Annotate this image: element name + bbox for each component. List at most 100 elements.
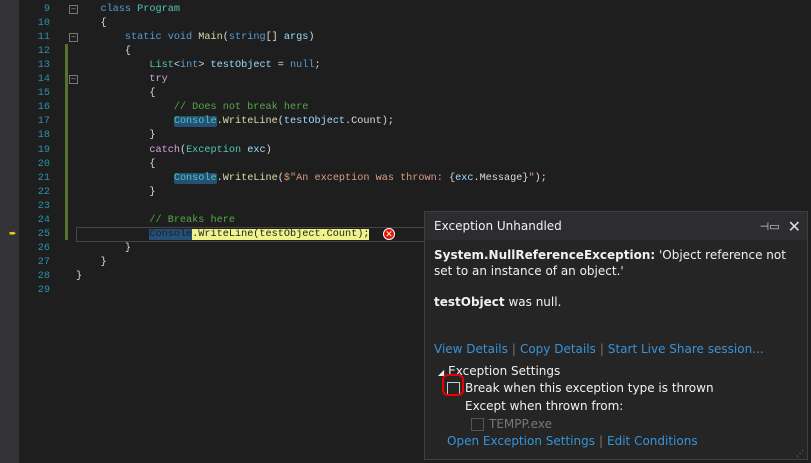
code-line[interactable]: List<int> testObject = null;: [76, 59, 321, 73]
divider: |: [599, 342, 604, 356]
code-token: }: [76, 186, 156, 198]
code-line[interactable]: Console.WriteLine(testObject.Count);: [76, 115, 394, 129]
code-token: null: [290, 60, 315, 72]
code-token: exc: [455, 172, 474, 184]
code-token: ;: [314, 60, 321, 72]
open-exception-settings-link[interactable]: Open Exception Settings: [447, 434, 595, 448]
code-token: Console: [173, 116, 217, 128]
line-number: 14: [37, 74, 50, 86]
line-number: 21: [37, 172, 50, 184]
except-label: Except when thrown from:: [465, 399, 624, 413]
code-token: // Does not break here: [76, 102, 309, 114]
break-checkbox-row[interactable]: Break when this exception type is thrown: [447, 381, 714, 395]
line-number: 18: [37, 130, 50, 142]
code-line[interactable]: Console.WriteLine(testObject.Count);: [76, 228, 370, 242]
code-line[interactable]: static void Main(string[] args): [76, 31, 315, 45]
code-line[interactable]: class Program: [76, 3, 180, 17]
code-token: Program: [137, 4, 180, 15]
line-number: 26: [37, 242, 50, 254]
line-number: 28: [37, 270, 50, 282]
code-token: Count);: [351, 116, 394, 128]
code-token: int: [179, 60, 199, 72]
line-number: 10: [37, 18, 50, 30]
pin-icon[interactable]: ⊣▭: [760, 220, 780, 233]
settings-label: Exception Settings: [448, 364, 561, 378]
code-token: =: [271, 60, 291, 72]
resize-grip-icon[interactable]: ⋰: [796, 449, 804, 458]
code-line[interactable]: // Does not break here: [76, 101, 309, 115]
code-line[interactable]: {: [76, 17, 107, 31]
line-number: 25: [37, 228, 50, 240]
code-token: }: [76, 256, 107, 268]
null-variable: testObject: [434, 295, 505, 309]
code-token: string: [228, 32, 266, 44]
code-token: .WriteLine(testObject.Count);: [192, 228, 370, 240]
line-number: 27: [37, 256, 50, 268]
line-number: 15: [37, 88, 50, 100]
line-number: 11: [37, 32, 50, 44]
code-line[interactable]: }: [76, 256, 107, 270]
line-number: 17: [37, 116, 50, 128]
code-line[interactable]: {: [76, 45, 131, 59]
line-number: 12: [37, 46, 50, 58]
live-share-link[interactable]: Start Live Share session...: [608, 342, 764, 356]
code-line[interactable]: {: [76, 87, 155, 101]
code-line[interactable]: }: [76, 242, 131, 256]
view-details-link[interactable]: View Details: [434, 342, 508, 356]
code-line[interactable]: catch(Exception exc): [76, 144, 272, 158]
code-token: {: [76, 158, 156, 170]
code-token: );: [534, 172, 547, 184]
exception-message: System.NullReferenceException: 'Object r…: [434, 247, 794, 279]
divider: |: [598, 434, 604, 448]
action-links: View Details | Copy Details | Start Live Sha…: [434, 342, 764, 356]
exception-helper-popup: Exception Unhandled ⊣▭ ✕ System.NullRefe…: [424, 211, 808, 460]
code-token: ): [308, 32, 315, 44]
code-token: try: [76, 74, 168, 86]
note-text: was null.: [504, 295, 562, 309]
line-number: 19: [37, 144, 50, 156]
code-line[interactable]: }: [76, 270, 82, 284]
annotation-circle: [442, 374, 464, 396]
code-token: args: [283, 32, 309, 44]
code-token: }: [76, 130, 156, 142]
code-token: []: [265, 32, 284, 44]
exception-note: testObject was null.: [434, 295, 561, 309]
module-checkbox-row: TEMPP.exe: [471, 417, 552, 431]
code-line[interactable]: Console.WriteLine($"An exception was thr…: [76, 172, 547, 186]
code-token: Main: [198, 32, 223, 44]
line-number: 9: [43, 4, 50, 15]
code-token: List: [149, 60, 174, 72]
code-line[interactable]: }: [76, 129, 155, 143]
code-token: WriteLine: [222, 172, 278, 184]
code-token: Console: [149, 228, 193, 240]
exception-type: System.NullReferenceException:: [434, 248, 656, 262]
break-label: Break when this exception type is thrown: [465, 381, 714, 395]
copy-details-link[interactable]: Copy Details: [520, 342, 596, 356]
code-line[interactable]: try: [76, 73, 168, 87]
code-token: }: [76, 242, 132, 254]
close-icon[interactable]: ✕: [788, 217, 801, 236]
code-token: $"An exception was thrown:: [283, 172, 449, 184]
bottom-links: Open Exception Settings | Edit Conditions: [447, 434, 698, 448]
execution-pointer-icon: ➨: [9, 229, 17, 239]
line-number: 16: [37, 102, 50, 114]
edit-conditions-link[interactable]: Edit Conditions: [607, 434, 698, 448]
code-token: testObject: [210, 60, 272, 72]
code-line[interactable]: }: [76, 186, 155, 200]
code-token: class: [76, 4, 138, 15]
popup-title: Exception Unhandled: [434, 219, 562, 233]
code-token: ): [265, 144, 272, 156]
divider: |: [511, 342, 516, 356]
change-tracking-bar: [65, 44, 68, 240]
code-token: >: [198, 60, 211, 72]
code-token: {: [76, 18, 107, 30]
line-number: 22: [37, 186, 50, 198]
line-number: 29: [37, 285, 50, 296]
code-line[interactable]: // Breaks here: [76, 214, 235, 228]
error-icon[interactable]: ✕: [383, 228, 395, 240]
code-token: exc: [247, 144, 266, 156]
code-line[interactable]: {: [76, 158, 155, 172]
module-label: TEMPP.exe: [489, 417, 552, 431]
